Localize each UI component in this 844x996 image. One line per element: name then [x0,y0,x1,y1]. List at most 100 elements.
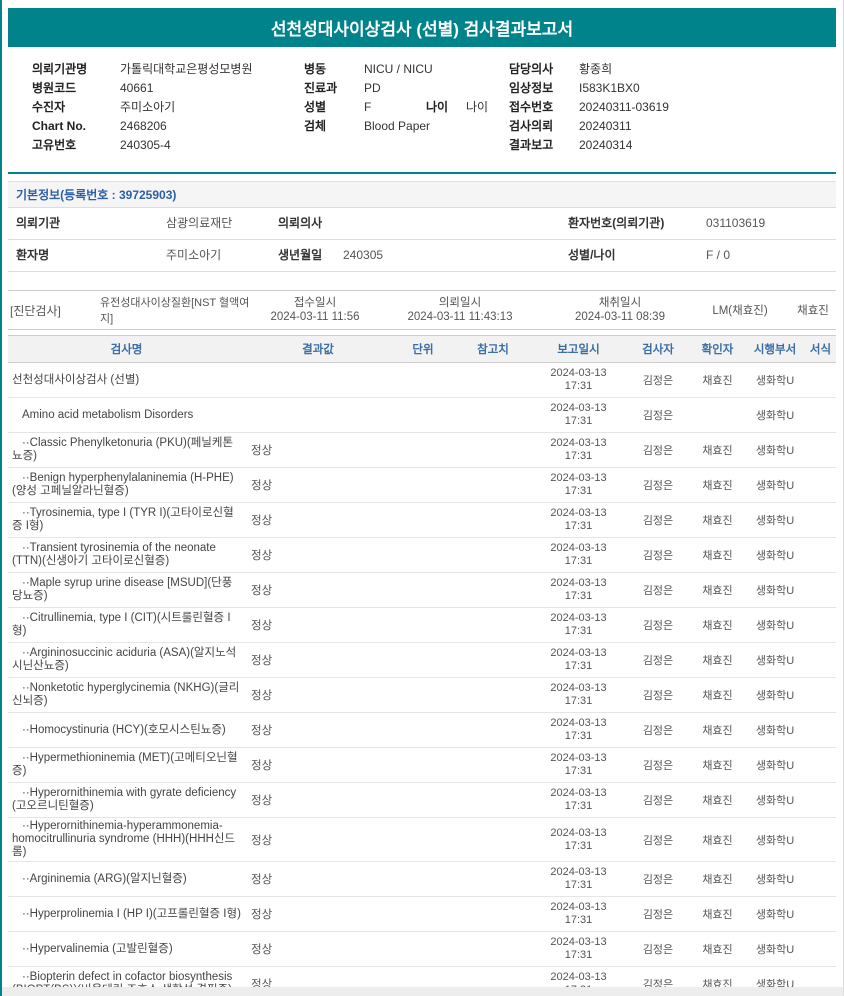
cell-reference [455,518,531,522]
cell-result-value: 정상 [245,869,391,889]
order-time-value: 2024-03-11 11:43:13 [370,310,550,324]
cell-result-value: 정상 [245,440,391,460]
basic-info-row: 환자명주미소아기생년월일240305성별/나이F / 0 [8,239,836,272]
cell-report-datetime: 2024-03-13 17:31 [531,540,626,570]
result-row[interactable]: ··Hypermethioninemia (MET)(고메티오닌혈증)정상202… [8,748,836,783]
result-row[interactable]: ··Argininemia (ARG)(알지닌혈증)정상2024-03-13 1… [8,862,836,897]
result-row[interactable]: Amino acid metabolism Disorders2024-03-1… [8,398,836,433]
cell-report-datetime: 2024-03-13 17:31 [531,645,626,675]
column-header-confirmer: 확인자 [690,341,745,357]
field-value: PD [364,79,381,98]
patient-info-field: 임상정보I583K1BX0 [509,79,836,98]
cell-tester: 김정은 [626,405,690,425]
cell-unit [391,728,455,732]
field-value: 031103619 [706,216,836,231]
field-value: 2468206 [120,117,167,136]
patient-header-col1: 의뢰기관명가톨릭대학교은평성모병원병원코드40661수진자주미소아기Chart … [32,60,304,155]
cell-report-datetime: 2024-03-13 17:31 [531,899,626,929]
field-label: 의뢰기관 [16,216,166,231]
field-value: 20240314 [579,136,632,155]
order-time-value: 2024-03-11 08:39 [550,310,690,324]
cell-department: 생화학U [745,510,805,530]
report-datetime-text: 2024-03-13 17:31 [545,717,613,743]
result-row[interactable]: ··Argininosuccinic aciduria (ASA)(알지노석시닌… [8,643,836,678]
field-value: F / 0 [706,248,836,263]
result-row[interactable]: ··Maple syrup urine disease [MSUD](단풍당뇨증… [8,573,836,608]
cell-reference [455,448,531,452]
field-value [343,216,568,231]
cell-reference [455,838,531,842]
cell-confirmer [690,413,745,417]
cell-format [805,693,836,697]
cell-report-datetime: 2024-03-13 17:31 [531,505,626,535]
cell-unit [391,483,455,487]
cell-confirmer: 채효진 [690,685,745,705]
order-bar: [진단검사] 유전성대사이상질환[NST 혈액여지] 접수일시2024-03-1… [8,290,836,330]
order-time-label: 채취일시 [550,296,690,310]
patient-header-col3: 담당의사황종희임상정보I583K1BX0접수번호20240311-03619검사… [509,60,836,155]
result-row[interactable]: ··Citrullinemia, type I (CIT)(시트룰린혈증 I형)… [8,608,836,643]
left-accent-edge [0,0,2,996]
cell-unit [391,763,455,767]
result-row[interactable]: ··Hypervalinemia (고발린혈증)정상2024-03-13 17:… [8,932,836,967]
cell-test-name: ··Hyperornithinemia with gyrate deficien… [8,785,245,815]
cell-unit [391,588,455,592]
field-label: 담당의사 [509,60,579,79]
cell-report-datetime: 2024-03-13 17:31 [531,785,626,815]
cell-reference [455,658,531,662]
field-value: 240305 [343,248,568,263]
field-value: 20240311 [579,117,632,136]
cell-reference [455,982,531,986]
cell-format [805,588,836,592]
field-label: 나이 [426,98,466,117]
cell-format [805,623,836,627]
cell-result-value: 정상 [245,790,391,810]
report-datetime-text: 2024-03-13 17:31 [545,612,613,638]
basic-info-row: 의뢰기관삼광의료재단의뢰의사환자번호(의뢰기관)031103619 [8,207,836,239]
cell-test-name: ··Transient tyrosinemia of the neonate (… [8,540,245,570]
result-row[interactable]: 선천성대사이상검사 (선별)2024-03-13 17:31김정은채효진생화학U [8,363,836,398]
cell-reference [455,378,531,382]
result-row[interactable]: ··Classic Phenylketonuria (PKU)(페닐케톤뇨증)정… [8,433,836,468]
cell-confirmer: 채효진 [690,939,745,959]
cell-report-datetime: 2024-03-13 17:31 [531,825,626,855]
cell-unit [391,877,455,881]
cell-tester: 김정은 [626,580,690,600]
patient-info-field: 고유번호240305-4 [32,136,304,155]
teal-divider [8,172,836,174]
cell-department: 생화학U [745,370,805,390]
report-datetime-text: 2024-03-13 17:31 [545,507,613,533]
result-row[interactable]: ··Hyperornithinemia-hyperammonemia-homoc… [8,818,836,862]
cell-tester: 김정은 [626,939,690,959]
cell-unit [391,623,455,627]
cell-test-name: 선천성대사이상검사 (선별) [8,372,245,389]
result-row[interactable]: ··Hyperornithinemia with gyrate deficien… [8,783,836,818]
cell-department: 생화학U [745,790,805,810]
field-label: Chart No. [32,117,120,136]
field-value: 주미소아기 [120,98,175,117]
cell-test-name: ··Hypervalinemia (고발린혈증) [8,941,245,958]
field-label: 병원코드 [32,79,120,98]
result-row[interactable]: ··Hyperprolinemia I (HP I)(고프롤린혈증 I형)정상2… [8,897,836,932]
order-name: 유전성대사이상질환[NST 혈액여지] [100,294,260,326]
result-row[interactable]: ··Benign hyperphenylalaninemia (H-PHE)(양… [8,468,836,503]
result-row[interactable]: ··Homocystinuria (HCY)(호모시스틴뇨증)정상2024-03… [8,713,836,748]
field-label: 수진자 [32,98,120,117]
cell-tester: 김정은 [626,545,690,565]
field-label: 진료과 [304,79,364,98]
result-row[interactable]: ··Transient tyrosinemia of the neonate (… [8,538,836,573]
cell-test-name: ··Argininosuccinic aciduria (ASA)(알지노석시닌… [8,645,245,675]
result-row[interactable]: ··Tyrosinemia, type I (TYR I)(고타이로신혈증 I형… [8,503,836,538]
cell-unit [391,378,455,382]
patient-info-field: 수진자주미소아기 [32,98,304,117]
cell-unit [391,838,455,842]
result-row[interactable]: ··Nonketotic hyperglycinemia (NKHG)(글리신뇌… [8,678,836,713]
field-label: 환자명 [16,248,166,263]
patient-info-field: 접수번호20240311-03619 [509,98,836,117]
cell-result-value: 정상 [245,580,391,600]
field-label: 의뢰의사 [278,216,343,231]
field-value: 삼광의료재단 [166,216,278,231]
cell-reference [455,588,531,592]
report-page: 선천성대사이상검사 (선별) 검사결과보고서 의뢰기관명가톨릭대학교은평성모병원… [0,0,844,996]
order-time: 의뢰일시2024-03-11 11:43:13 [370,296,550,324]
